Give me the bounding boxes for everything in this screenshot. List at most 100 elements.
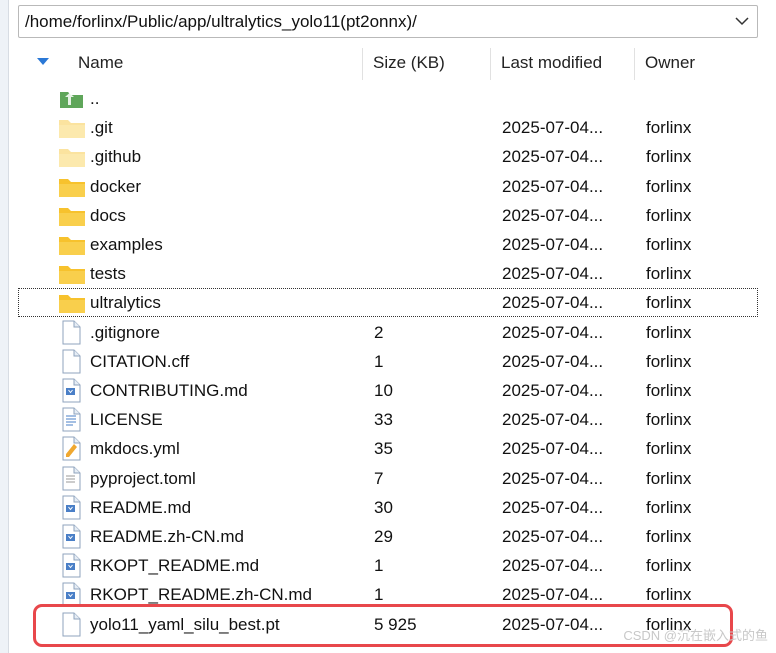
file-icon bbox=[58, 320, 86, 345]
file-owner: forlinx bbox=[646, 497, 692, 517]
file-name: CONTRIBUTING.md bbox=[90, 381, 248, 400]
file-owner: forlinx bbox=[646, 293, 692, 313]
folder-row[interactable]: examples 2025-07-04... forlinx bbox=[18, 230, 758, 259]
file-owner: forlinx bbox=[646, 322, 692, 342]
column-header-name[interactable]: Name bbox=[68, 44, 362, 82]
file-modified: 2025-07-04... bbox=[502, 235, 604, 254]
file-name: RKOPT_README.md bbox=[90, 556, 260, 576]
file-modified: 2025-07-04... bbox=[502, 527, 604, 546]
file-size: 30 bbox=[374, 497, 393, 517]
file-owner: forlinx bbox=[646, 176, 692, 196]
folder-row[interactable]: .git 2025-07-04... forlinx bbox=[18, 113, 758, 142]
path-bar[interactable]: /home/forlinx/Public/app/ultralytics_yol… bbox=[18, 5, 758, 38]
file-size: 7 bbox=[374, 468, 384, 488]
markdown-file-icon bbox=[58, 378, 86, 403]
file-row[interactable]: pyproject.toml 7 2025-07-04... forlinx bbox=[18, 464, 758, 493]
file-size: 29 bbox=[374, 527, 393, 546]
yaml-file-icon bbox=[58, 436, 86, 461]
path-dropdown-button[interactable] bbox=[727, 6, 757, 37]
folder-icon bbox=[58, 290, 86, 315]
folder-row[interactable]: docker 2025-07-04... forlinx bbox=[18, 172, 758, 201]
file-modified: 2025-07-04... bbox=[502, 585, 604, 605]
folder-icon bbox=[58, 261, 86, 286]
file-modified: 2025-07-04... bbox=[502, 410, 604, 430]
left-pane-edge bbox=[0, 0, 9, 653]
path-input[interactable]: /home/forlinx/Public/app/ultralytics_yol… bbox=[25, 12, 417, 32]
file-modified: 2025-07-04... bbox=[502, 293, 604, 313]
file-name: RKOPT_README.zh-CN.md bbox=[90, 585, 312, 605]
file-name: docker bbox=[90, 176, 142, 196]
hidden-folder-icon bbox=[58, 144, 86, 169]
file-row[interactable]: README.md 30 2025-07-04... forlinx bbox=[18, 493, 758, 522]
markdown-file-icon bbox=[58, 495, 86, 520]
file-owner: forlinx bbox=[646, 118, 692, 138]
file-owner: forlinx bbox=[646, 351, 692, 371]
file-owner: forlinx bbox=[646, 468, 692, 488]
file-name: tests bbox=[90, 264, 126, 284]
file-row[interactable]: RKOPT_README.md 1 2025-07-04... forlinx bbox=[18, 551, 758, 580]
file-name: ultralytics bbox=[90, 293, 161, 313]
folder-row[interactable]: ultralytics 2025-07-04... forlinx bbox=[18, 288, 758, 318]
file-name: docs bbox=[90, 205, 126, 225]
folder-row[interactable]: .. bbox=[18, 84, 758, 113]
file-modified: 2025-07-04... bbox=[502, 264, 604, 284]
file-owner: forlinx bbox=[646, 264, 692, 284]
file-modified: 2025-07-04... bbox=[502, 322, 604, 342]
file-row[interactable]: LICENSE 33 2025-07-04... forlinx bbox=[18, 405, 758, 434]
file-modified: 2025-07-04... bbox=[502, 176, 604, 196]
file-name: examples bbox=[90, 235, 163, 254]
file-modified: 2025-07-04... bbox=[502, 556, 604, 576]
file-owner: forlinx bbox=[646, 147, 692, 167]
file-size: 1 bbox=[374, 585, 384, 605]
file-modified: 2025-07-04... bbox=[502, 381, 604, 400]
file-owner: forlinx bbox=[646, 527, 692, 546]
file-icon bbox=[58, 349, 86, 374]
file-size: 1 bbox=[374, 556, 384, 576]
file-name: .github bbox=[90, 147, 142, 167]
file-modified: 2025-07-04... bbox=[502, 439, 604, 459]
file-row[interactable]: CONTRIBUTING.md 10 2025-07-04... forlinx bbox=[18, 376, 758, 405]
file-name: .gitignore bbox=[90, 322, 160, 342]
markdown-file-icon bbox=[58, 524, 86, 549]
file-name: .. bbox=[90, 89, 100, 108]
file-modified: 2025-07-04... bbox=[502, 205, 604, 225]
file-name: README.zh-CN.md bbox=[90, 527, 244, 546]
file-size: 1 bbox=[374, 351, 384, 371]
column-header-modified[interactable]: Last modified bbox=[491, 44, 634, 82]
file-name: CITATION.cff bbox=[90, 351, 190, 371]
file-modified: 2025-07-04... bbox=[502, 118, 604, 138]
file-row[interactable]: CITATION.cff 1 2025-07-04... forlinx bbox=[18, 347, 758, 376]
watermark: CSDN @沉在嵌入式的鱼 bbox=[623, 628, 768, 643]
parent-folder-icon bbox=[58, 86, 86, 111]
sort-indicator-icon[interactable] bbox=[36, 57, 50, 67]
file-owner: forlinx bbox=[646, 381, 692, 400]
file-owner: forlinx bbox=[646, 439, 692, 459]
file-name: mkdocs.yml bbox=[90, 439, 180, 459]
file-row[interactable]: .gitignore 2 2025-07-04... forlinx bbox=[18, 318, 758, 347]
folder-row[interactable]: .github 2025-07-04... forlinx bbox=[18, 142, 758, 171]
file-owner: forlinx bbox=[646, 585, 692, 605]
file-owner: forlinx bbox=[646, 410, 692, 430]
folder-row[interactable]: tests 2025-07-04... forlinx bbox=[18, 259, 758, 288]
file-row[interactable]: README.zh-CN.md 29 2025-07-04... forlinx bbox=[18, 522, 758, 551]
folder-row[interactable]: docs 2025-07-04... forlinx bbox=[18, 201, 758, 230]
file-size: 35 bbox=[374, 439, 393, 459]
column-header: Name Size (KB) Last modified Owner bbox=[18, 44, 758, 82]
file-name: README.md bbox=[90, 497, 192, 517]
hidden-folder-icon bbox=[58, 115, 86, 140]
folder-icon bbox=[58, 232, 86, 257]
markdown-file-icon bbox=[58, 553, 86, 578]
file-name: pyproject.toml bbox=[90, 468, 196, 488]
file-row[interactable]: mkdocs.yml 35 2025-07-04... forlinx bbox=[18, 434, 758, 463]
file-owner: forlinx bbox=[646, 205, 692, 225]
config-file-icon bbox=[58, 466, 86, 491]
folder-icon bbox=[58, 174, 86, 199]
chevron-down-icon bbox=[735, 17, 749, 26]
file-modified: 2025-07-04... bbox=[502, 468, 604, 488]
file-name: .git bbox=[90, 118, 113, 138]
folder-icon bbox=[58, 203, 86, 228]
column-header-owner[interactable]: Owner bbox=[635, 44, 758, 82]
column-header-size[interactable]: Size (KB) bbox=[363, 44, 490, 82]
file-size: 2 bbox=[374, 322, 384, 342]
text-file-icon bbox=[58, 407, 86, 432]
